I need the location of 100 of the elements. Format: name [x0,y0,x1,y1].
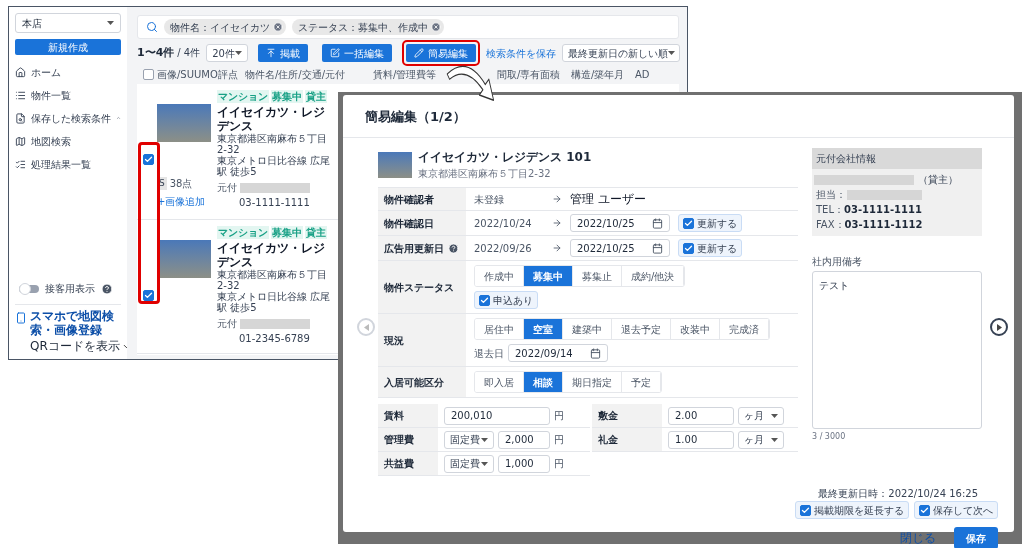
document-search-icon [15,112,26,124]
new-button[interactable]: 新規作成 [15,39,121,55]
list-icon [15,89,26,101]
text-input[interactable]: 2,000 [498,430,550,449]
checkbox-option[interactable]: 申込あり [474,291,538,309]
nav-item[interactable]: 物件一覧 [15,88,121,102]
dropdown[interactable]: 最終更新日の新しい順 [561,44,680,62]
field-label: 物件ステータス [384,280,454,295]
close-icon[interactable] [273,22,283,32]
dropdown[interactable]: 20件 [206,44,248,62]
result-range: 1〜4件 [137,44,175,61]
checkbox[interactable] [683,217,694,229]
caret-left-icon [363,323,369,331]
qr-code-link[interactable]: QRコードを表示 [30,337,120,355]
checkbox-option[interactable]: 更新する [678,239,742,257]
segment-option[interactable]: 空室 [524,319,563,339]
filter-chip[interactable]: ステータス：募集中、作成中 [292,19,444,35]
edit-icon [329,48,340,58]
checkbox[interactable] [683,242,694,254]
score-text: 38点 [169,177,193,191]
field-label: 現況 [384,333,404,348]
checkbox-option[interactable]: 掲載期限を延長する [795,501,909,519]
caret-icon [481,461,488,466]
dropdown[interactable]: 固定費 [444,430,494,449]
column-header: AD [635,67,651,82]
caret-icon [771,437,778,442]
smartphone-icon [15,309,27,327]
text-input[interactable]: 200,010 [444,406,550,425]
publish-button[interactable]: 掲載 [257,44,308,62]
close-icon[interactable] [431,22,441,32]
quick-edit-button[interactable]: 簡易編集 [405,44,476,62]
map-icon [15,135,26,147]
help-icon[interactable] [448,242,459,254]
calendar-icon [652,217,663,229]
segment-option[interactable]: 相談 [524,372,563,392]
checkbox-option[interactable]: 保存して次へ [914,501,998,519]
checkbox[interactable] [479,294,490,306]
field-label: 敷金 [598,409,618,423]
field-label: 広告用更新日 [384,241,444,256]
checkbox[interactable] [800,504,811,516]
fax-label: FAX： [816,218,845,232]
date-field[interactable]: 2022/09/14 [508,344,608,362]
segment-option[interactable]: 即入居 [475,372,524,392]
dropdown[interactable]: ヶ月 [738,406,784,425]
field-label: 共益費 [384,457,414,471]
nav-item[interactable]: 処理結果一覧 [15,157,121,171]
contact-label: 担当： [816,188,846,202]
column-header: 賃料/管理費等 [373,67,438,82]
checkbox[interactable] [143,154,154,165]
character-counter: 3 / 3000 [812,431,847,443]
field-label: 物件確認日 [384,216,434,231]
property-name[interactable]: イイセイカツ・レジデンス [217,105,335,133]
segment-option[interactable]: 居住中 [475,319,524,339]
segment-option[interactable]: 募集中 [524,266,573,286]
dropdown[interactable]: ヶ月 [738,430,784,449]
text-input[interactable]: 2.00 [668,406,734,425]
property-name[interactable]: イイセイカツ・レジデンス [217,241,335,269]
field-label: 物件確認者 [384,192,434,207]
checkbox[interactable] [143,290,154,301]
home-icon [15,66,26,78]
address-text: 東京都港区南麻布５丁目2-32 [418,167,552,181]
dropdown[interactable]: 固定費 [444,454,494,473]
segment-option[interactable]: 作成中 [475,266,524,286]
next-button[interactable] [990,318,1008,336]
access-text: 東京メトロ日比谷線 広尾駅 徒歩5 [217,155,332,177]
field-label: 賃料 [384,409,404,423]
nav-item[interactable]: 地図検索 [15,134,121,148]
tag: マンション [217,90,269,103]
caret-icon [771,413,778,418]
new-value: 管理 ユーザー [570,191,646,208]
caret-icon [667,51,675,55]
bulk-edit-button[interactable]: 一括編集 [321,44,392,62]
arrow-icon [552,243,562,253]
checkbox[interactable] [143,68,154,80]
upload-icon [265,48,276,58]
store-select[interactable]: 本店 [15,13,121,33]
save-search-link[interactable]: 検索条件を保存 [485,45,556,61]
toggle-switch[interactable] [19,282,39,295]
search-bar[interactable]: 物件名：イイセイカツ ステータス：募集中、作成中 [137,15,679,39]
building-photo [378,151,412,178]
nav-item[interactable]: ホーム [15,65,121,79]
checkbox-option[interactable]: 更新する [678,214,742,232]
checkbox[interactable] [919,504,930,516]
building-photo [157,104,211,142]
promo-title[interactable]: スマホで地図検索・画像登録 [30,309,131,337]
help-icon[interactable] [101,282,113,295]
save-button[interactable]: 保存 [954,527,998,548]
fax-number: 03-1111-1112 [844,218,923,232]
date-field[interactable]: 2022/10/25 [570,239,670,257]
field-label: 入居可能区分 [384,375,444,390]
text-input[interactable]: 1,000 [498,454,550,473]
filter-chip[interactable]: 物件名：イイセイカツ [164,19,286,35]
date-field[interactable]: 2022/10/25 [570,214,670,232]
access-text: 東京メトロ日比谷線 広尾駅 徒歩5 [217,291,332,313]
tag: 貸主 [305,90,327,103]
toggle-label: 接客用表示 [45,282,95,296]
nav-item[interactable]: 保存した検索条件 [15,111,121,125]
text-input[interactable]: 1.00 [668,430,734,449]
memo-textarea[interactable]: テスト [812,271,982,429]
field-label: 管理費 [384,433,414,447]
